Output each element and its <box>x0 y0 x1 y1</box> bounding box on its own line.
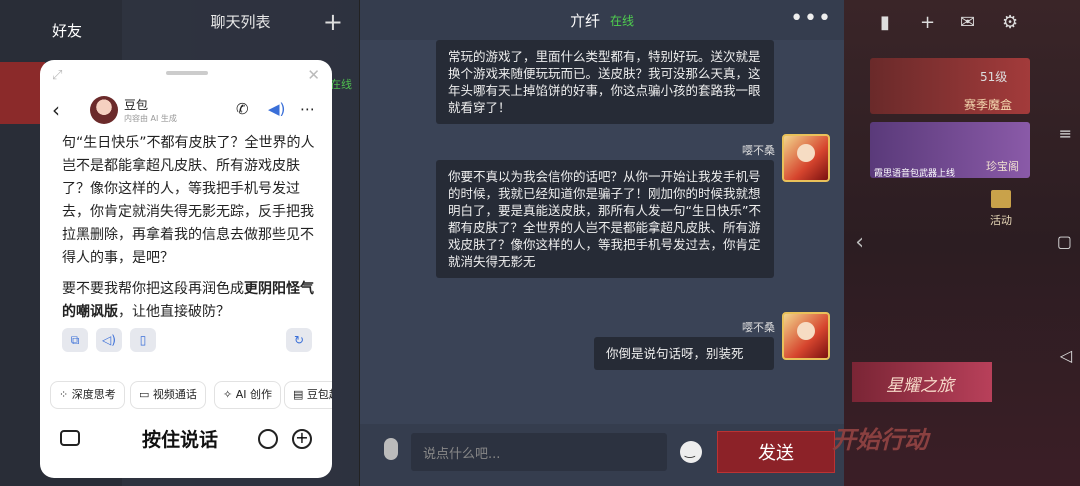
season-box-label: 赛季魔盒 <box>964 98 1013 112</box>
message-bubble: 常玩的游戏了，里面什么类型都有，特别好玩。送次就是换个游戏来随便玩玩而已。送皮肤… <box>436 40 774 124</box>
ai-create-chip[interactable]: ✧ AI 创作 <box>214 381 281 409</box>
settings-icon[interactable]: ⚙ <box>1002 12 1024 34</box>
bookmark-icon[interactable]: ▯ <box>130 328 156 352</box>
back-icon[interactable]: ‹ <box>52 98 60 122</box>
hold-to-talk-button[interactable]: 按住说话 <box>142 425 218 452</box>
season-box-card[interactable]: 51级 赛季魔盒 <box>870 58 1030 114</box>
expand-icon[interactable]: ⤢ <box>52 68 62 83</box>
message-bubble: 你倒是说句话呀，别装死 <box>594 337 774 370</box>
nav-back-icon[interactable]: ◁ <box>1060 346 1072 365</box>
mail-icon[interactable]: ✉ <box>960 12 982 34</box>
chat-input[interactable]: 说点什么吧... <box>411 433 667 471</box>
chip-label: 深度思考 <box>71 388 116 401</box>
regenerate-icon[interactable]: ↻ <box>286 328 312 352</box>
reply-toolbar: ⧉ ◁) ▯ ↻ <box>60 328 312 352</box>
send-button[interactable]: 发送 <box>717 431 835 473</box>
deep-think-chip[interactable]: ⁘ 深度思考 <box>50 381 125 409</box>
sender-name: 嘤不桑 <box>742 321 775 334</box>
reply-text: ，让他直接破防？ <box>118 304 230 320</box>
chat-list-title: 聊天列表 <box>210 12 271 31</box>
reply-text: 要不要我帮你把这段再润色成 <box>62 281 244 297</box>
reply-paragraph: 要不要我帮你把这段再润色成更阴阳怪气的嘲讽版，让他直接破防？ <box>62 278 320 324</box>
video-call-chip[interactable]: ▭ 视频通话 <box>130 381 206 409</box>
more-icon[interactable]: ••• <box>790 6 832 31</box>
sender-avatar[interactable] <box>782 312 830 360</box>
close-icon[interactable]: ✕ <box>307 66 320 84</box>
chip-label: 豆包超 <box>306 388 332 401</box>
assistant-header: ‹ 豆包 内容由 AI 生成 ✆ ◀) ⋯ <box>40 90 332 130</box>
player-level: 51级 <box>980 70 1008 84</box>
collapse-chevron-icon[interactable]: ‹ <box>855 230 864 255</box>
more-chip[interactable]: ▤ 豆包超 <box>284 381 332 409</box>
emoji-icon[interactable] <box>680 441 702 463</box>
ranking-icon[interactable]: ▮ <box>880 12 902 34</box>
bot-subtitle: 内容由 AI 生成 <box>124 114 177 123</box>
treasure-card[interactable]: 霞思语音包武器上线 珍宝阁 <box>870 122 1030 179</box>
feature-chips: ⁘ 深度思考 ▭ 视频通话 ✧ AI 创作 ▤ 豆包超 <box>50 381 332 409</box>
contact-online-status: 在线 <box>330 78 352 91</box>
nav-menu-icon[interactable]: ≡ <box>1059 124 1072 143</box>
chat-list-header: 聊天列表 + <box>122 0 359 42</box>
microphone-icon[interactable] <box>384 438 398 460</box>
assistant-reply: 句“生日快乐”不都有皮肤了？全世界的人岂不是都能拿超凡皮肤、所有游戏皮肤了？像你… <box>62 132 320 324</box>
bot-avatar <box>90 96 118 124</box>
phone-icon[interactable]: ✆ <box>236 100 249 118</box>
nav-home-icon[interactable]: ▢ <box>1057 232 1072 251</box>
treasure-label: 珍宝阁 <box>986 160 1019 173</box>
message-bubble: 你要不真以为我会信你的话吧？从你一开始让我发手机号的时候，我就已经知道你是骗子了… <box>436 160 774 278</box>
sender-name: 嘤不桑 <box>742 144 775 157</box>
friends-tab[interactable]: 好友 <box>0 0 122 62</box>
peer-name: 亣纤 <box>569 11 600 30</box>
sidebar-highlight <box>0 62 45 124</box>
ai-assistant-panel: ⤢ ✕ ‹ 豆包 内容由 AI 生成 ✆ ◀) ⋯ 句“生日快乐”不都有皮肤了？… <box>40 60 332 478</box>
voice-event-label: 霞思语音包武器上线 <box>874 169 956 179</box>
add-friend-icon[interactable]: + <box>920 12 942 34</box>
activity-icon <box>991 190 1011 208</box>
copy-icon[interactable]: ⧉ <box>62 328 88 352</box>
chip-label: AI 创作 <box>235 388 272 401</box>
add-chat-icon[interactable]: + <box>323 8 343 36</box>
bot-name: 豆包 <box>124 98 149 112</box>
activity-button[interactable]: 活动 <box>990 190 1012 228</box>
peer-status: 在线 <box>610 13 635 28</box>
read-aloud-icon[interactable]: ◁) <box>96 328 122 352</box>
chat-header: 亣纤 在线 ••• <box>360 0 844 40</box>
sender-avatar[interactable] <box>782 134 830 182</box>
star-journey-banner[interactable]: 星耀之旅 <box>852 362 992 402</box>
more-options-icon[interactable]: ⋯ <box>300 100 315 118</box>
assistant-input-bar: 按住说话 + <box>40 420 332 478</box>
speaker-icon[interactable]: ◀) <box>268 100 285 118</box>
reply-paragraph: 句“生日快乐”不都有皮肤了？全世界的人岂不是都能拿超凡皮肤、所有游戏皮肤了？像你… <box>62 135 315 266</box>
add-icon[interactable]: + <box>292 429 312 449</box>
keyboard-icon[interactable] <box>258 429 278 449</box>
activity-label: 活动 <box>990 214 1012 227</box>
start-action-button[interactable]: 开始行动 <box>832 420 928 455</box>
camera-icon[interactable] <box>60 430 80 446</box>
drag-handle[interactable] <box>166 71 208 75</box>
chip-label: 视频通话 <box>152 388 197 401</box>
